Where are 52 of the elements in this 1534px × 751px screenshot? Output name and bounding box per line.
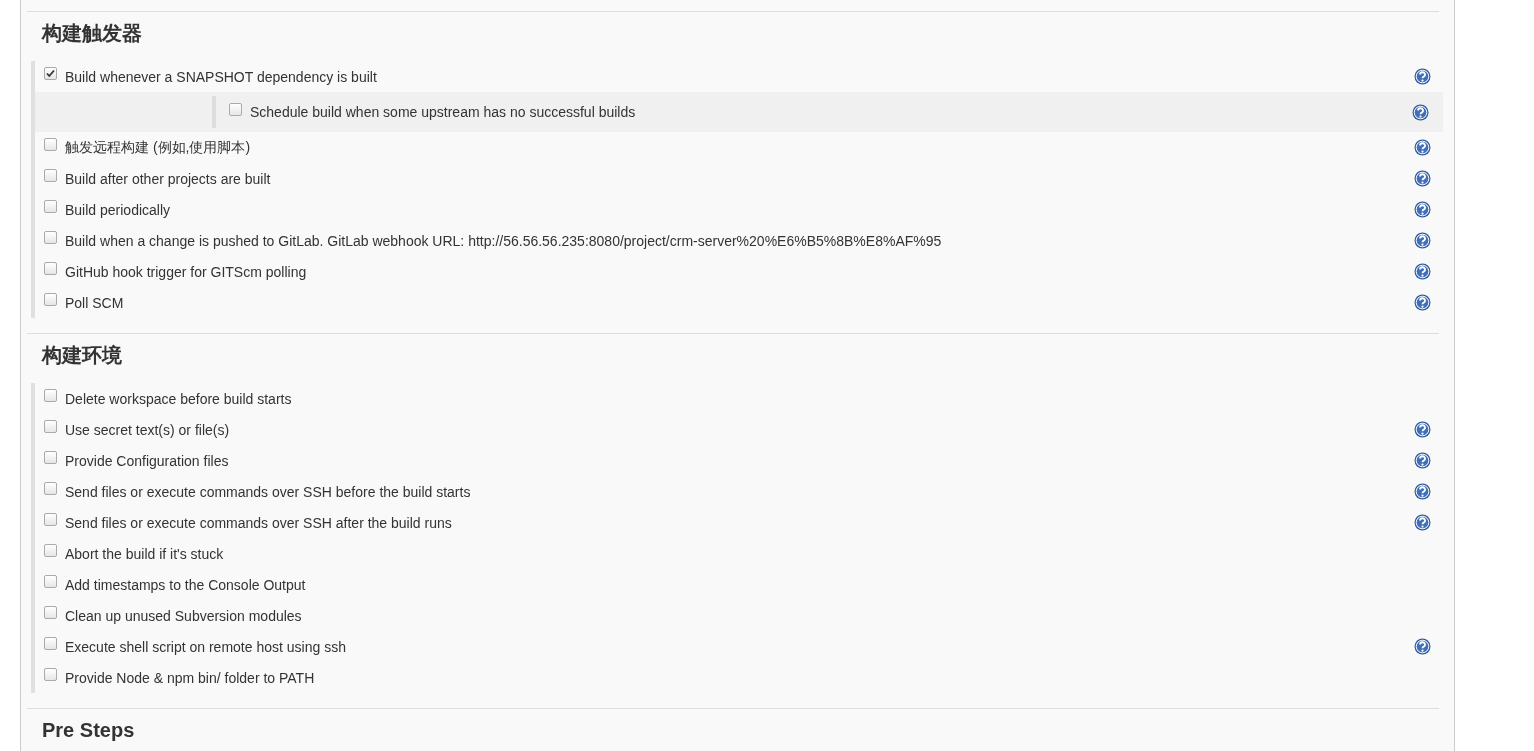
checkbox[interactable] (44, 606, 57, 619)
option-label: Abort the build if it's stuck (65, 545, 225, 562)
checkbox[interactable] (44, 231, 57, 244)
checkbox[interactable] (44, 451, 57, 464)
help-icon[interactable] (1414, 638, 1431, 655)
checkbox[interactable] (44, 513, 57, 526)
help-icon[interactable] (1414, 452, 1431, 469)
option-label: Build periodically (65, 201, 172, 218)
option-label: Provide Node & npm bin/ folder to PATH (65, 669, 316, 686)
option-label: Clean up unused Subversion modules (65, 607, 303, 624)
checkbox[interactable] (44, 668, 57, 681)
help-icon[interactable] (1414, 514, 1431, 531)
option-label: Build whenever a SNAPSHOT dependency is built (65, 68, 378, 85)
help-icon[interactable] (1414, 68, 1431, 85)
checkbox[interactable] (44, 138, 57, 151)
checkbox[interactable] (44, 575, 57, 588)
help-icon[interactable] (1412, 103, 1429, 121)
option-label: Add timestamps to the Console Output (65, 576, 307, 593)
option-label: Use secret text(s) or file(s) (65, 421, 231, 438)
checkbox[interactable] (44, 389, 57, 402)
checkbox[interactable] (44, 200, 57, 213)
option-label: 触发远程构建 (例如,使用脚本) (65, 138, 252, 157)
help-icon[interactable] (1414, 483, 1431, 500)
section-heading: Pre Steps (41, 718, 136, 743)
option-label: Send files or execute commands over SSH before the build starts (65, 483, 472, 500)
checkbox[interactable] (44, 544, 57, 557)
option-label: Delete workspace before build starts (65, 390, 293, 407)
section-heading: 构建环境 (40, 343, 123, 368)
checkbox[interactable] (44, 637, 57, 650)
option-label: Poll SCM (65, 294, 125, 311)
option-label: Build when a change is pushed to GitLab. GitLab webhook URL: http://56.56.56.235:8080/project/crm-server%20%E6%B5%8B%E8%AF%95 (65, 232, 943, 249)
help-icon[interactable] (1414, 139, 1431, 156)
help-icon[interactable] (1414, 294, 1431, 311)
checkbox[interactable] (44, 420, 57, 433)
checkbox[interactable] (44, 262, 57, 275)
option-label: Send files or execute commands over SSH after the build runs (65, 514, 453, 531)
option-label: Provide Configuration files (65, 452, 230, 469)
checkbox[interactable] (229, 102, 242, 116)
option-label: Schedule build when some upstream has no successful builds (250, 104, 637, 120)
checkbox[interactable] (44, 169, 57, 182)
option-label: GitHub hook trigger for GITScm polling (65, 263, 308, 280)
checkbox[interactable] (44, 293, 57, 306)
help-icon[interactable] (1414, 263, 1431, 280)
checkbox[interactable] (44, 482, 57, 495)
option-label: Build after other projects are built (65, 170, 272, 187)
help-icon[interactable] (1414, 170, 1431, 187)
checkbox[interactable] (44, 67, 57, 80)
help-icon[interactable] (1414, 232, 1431, 249)
help-icon[interactable] (1414, 421, 1431, 438)
section-heading: 构建触发器 (40, 21, 143, 46)
option-label: Execute shell script on remote host using ssh (65, 638, 347, 655)
help-icon[interactable] (1414, 201, 1431, 218)
